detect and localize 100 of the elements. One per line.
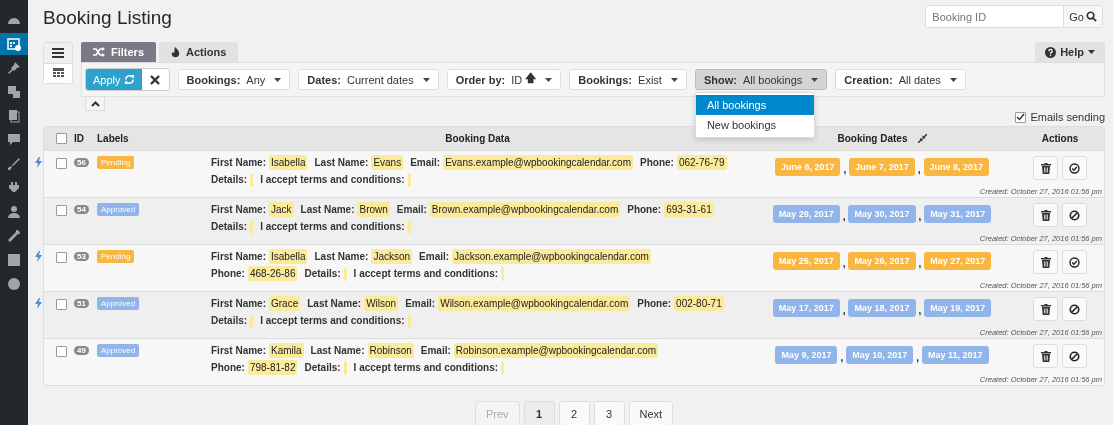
caret-icon xyxy=(1088,50,1095,54)
field-label: Last Name: xyxy=(300,204,355,215)
list-view-button[interactable] xyxy=(44,43,72,64)
date-badge: May 29, 2017 xyxy=(772,205,840,223)
field-value: 002-80-71 xyxy=(674,296,724,311)
search-field[interactable]: Booking ID Go xyxy=(925,5,1103,28)
field-label: I accept terms and conditions: xyxy=(260,221,405,232)
date-badge: May 19, 2017 xyxy=(924,299,992,317)
page-button[interactable]: 2 xyxy=(558,401,590,425)
field-label: Details: xyxy=(211,315,248,326)
delete-button[interactable] xyxy=(1033,156,1058,180)
calendar-icon xyxy=(7,37,21,51)
checkbox-label: Emails sending xyxy=(1030,111,1105,123)
page-button[interactable]: 1 xyxy=(523,401,555,425)
field-label: I accept terms and conditions: xyxy=(260,174,405,185)
calendar-icon xyxy=(52,68,64,79)
row-checkbox[interactable] xyxy=(55,158,67,169)
field-value: Evans xyxy=(371,155,404,170)
go-button[interactable]: Go xyxy=(1063,6,1102,27)
date-separator: , xyxy=(918,257,922,269)
pin-icon xyxy=(7,61,21,75)
trash-icon xyxy=(1040,162,1051,174)
list-icon xyxy=(52,47,64,58)
date-badge: May 30, 2017 xyxy=(848,205,916,223)
empty-value xyxy=(501,267,505,282)
field-value: 798-81-82 xyxy=(247,360,298,375)
field-label: Last Name: xyxy=(314,157,369,168)
field-value: Wilson.example@wpbookingcalendar.com xyxy=(438,296,631,311)
date-badge: May 9, 2017 xyxy=(775,346,838,364)
approve-button[interactable] xyxy=(1062,156,1087,180)
row-checkbox[interactable] xyxy=(55,299,67,310)
page-button[interactable]: 3 xyxy=(593,401,625,425)
cancel-button[interactable] xyxy=(1062,297,1087,321)
date-badge: May 11, 2017 xyxy=(922,346,989,364)
field-value: Robinson xyxy=(367,343,414,358)
caret-icon xyxy=(949,77,957,82)
field-label: Last Name: xyxy=(310,345,365,356)
field-label: Last Name: xyxy=(307,298,362,309)
filter-dropdown[interactable]: Dates: Current dates xyxy=(298,69,439,90)
cancel-button[interactable] xyxy=(1062,203,1087,227)
trash-icon xyxy=(1040,303,1051,315)
ban-icon xyxy=(1069,209,1080,221)
filter-dropdown[interactable]: Order by: ID 🡅 xyxy=(446,69,562,90)
row-checkbox[interactable] xyxy=(55,205,67,216)
ban-icon xyxy=(1069,303,1080,315)
check-circle-icon xyxy=(1069,162,1080,174)
help-button[interactable]: Help xyxy=(1035,42,1105,62)
page-button[interactable]: Next xyxy=(628,401,674,425)
delete-button[interactable] xyxy=(1033,297,1058,321)
delete-button[interactable] xyxy=(1033,250,1058,274)
column-header: Booking Data xyxy=(444,133,511,144)
chevron-up-icon xyxy=(90,100,100,107)
sidebar-item[interactable] xyxy=(0,33,28,55)
status-label: Approved xyxy=(97,203,140,216)
delete-button[interactable] xyxy=(1033,344,1058,368)
date-separator: , xyxy=(916,351,920,363)
filter-dropdown[interactable]: Bookings: Exist xyxy=(569,69,687,90)
checkbox[interactable] xyxy=(1015,111,1027,123)
caret-icon xyxy=(670,77,678,82)
date-badge: May 17, 2017 xyxy=(772,299,840,317)
filter-dropdown[interactable]: Bookings: Any xyxy=(177,69,291,90)
date-separator: , xyxy=(918,304,922,316)
menu-item[interactable]: All bookings xyxy=(695,95,814,115)
tab[interactable]: Actions xyxy=(159,42,239,62)
field-label: First Name: xyxy=(211,345,266,356)
date-badge: May 10, 2017 xyxy=(846,346,914,364)
field-label: Phone: xyxy=(627,204,662,215)
filter-dropdown[interactable]: Show: All bookings xyxy=(694,69,828,90)
approve-button[interactable] xyxy=(1062,250,1087,274)
field-label: Phone: xyxy=(211,268,245,279)
field-value: Isabella xyxy=(269,249,308,264)
date-badge: May 31, 2017 xyxy=(924,205,992,223)
pages-icon xyxy=(7,109,21,123)
collapse-arrows-icon[interactable] xyxy=(917,134,927,143)
field-label: Details: xyxy=(304,268,341,279)
empty-value xyxy=(501,361,505,376)
select-all-checkbox[interactable] xyxy=(55,133,67,144)
date-badge: June 7, 2017 xyxy=(849,158,915,176)
row-checkbox[interactable] xyxy=(55,252,67,263)
refresh-icon xyxy=(123,74,135,85)
field-value: Jackson.example@wpbookingcalendar.com xyxy=(452,249,651,264)
status-label: Approved xyxy=(97,344,140,357)
empty-value xyxy=(250,173,254,188)
comment-icon xyxy=(7,133,21,147)
ban-icon xyxy=(1069,350,1080,362)
page-title: Booking Listing xyxy=(43,6,172,29)
caret-icon xyxy=(811,77,819,82)
delete-button[interactable] xyxy=(1033,203,1058,227)
tab[interactable]: Filters xyxy=(81,42,156,62)
cancel-button[interactable] xyxy=(1062,344,1087,368)
row-checkbox[interactable] xyxy=(55,346,67,357)
status-label: Approved xyxy=(97,297,140,310)
menu-item[interactable]: New bookings xyxy=(695,115,814,135)
date-separator: , xyxy=(842,304,846,316)
collapse-button[interactable] xyxy=(85,97,105,111)
date-badge: June 8, 2017 xyxy=(923,158,990,176)
square-icon xyxy=(7,253,21,267)
field-value: Jackson xyxy=(371,249,413,264)
filter-dropdown[interactable]: Creation: All dates xyxy=(835,69,966,90)
caret-icon xyxy=(274,77,282,82)
